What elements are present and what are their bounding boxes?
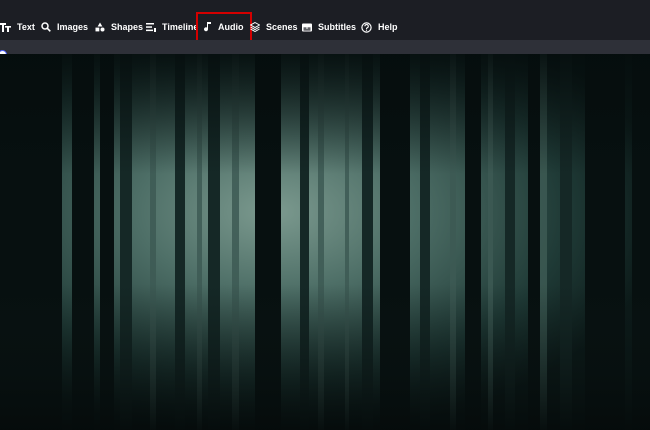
help-icon xyxy=(361,21,372,33)
tool-text[interactable]: Text xyxy=(0,14,35,40)
video-preview xyxy=(0,54,650,430)
tool-label: Scenes xyxy=(266,22,298,32)
layers-icon xyxy=(250,22,260,32)
tool-timeline[interactable]: Timeline xyxy=(146,14,198,40)
subtitles-icon xyxy=(302,23,312,32)
tool-label: Audio xyxy=(218,22,244,32)
forest-scene xyxy=(0,54,650,430)
tool-audio[interactable]: Audio xyxy=(196,12,252,42)
tool-scenes[interactable]: Scenes xyxy=(250,14,298,40)
tool-label: Help xyxy=(378,22,398,32)
toolbar: Text Images Shapes Timeline Audio Scenes xyxy=(0,0,650,42)
tool-label: Shapes xyxy=(111,22,144,32)
search-icon xyxy=(41,22,51,32)
timeline-scrubber[interactable] xyxy=(0,40,650,54)
tool-help[interactable]: Help xyxy=(361,14,398,40)
tool-subtitles[interactable]: Subtitles xyxy=(302,14,356,40)
timeline-icon xyxy=(146,22,156,32)
tool-images[interactable]: Images xyxy=(41,14,88,40)
music-note-icon xyxy=(204,21,212,33)
tool-label: Text xyxy=(17,22,35,32)
tool-label: Images xyxy=(57,22,89,32)
shapes-icon xyxy=(95,22,105,32)
tool-label: Timeline xyxy=(162,22,199,32)
text-icon xyxy=(0,22,11,32)
tool-shapes[interactable]: Shapes xyxy=(95,14,143,40)
tool-label: Subtitles xyxy=(318,22,357,32)
